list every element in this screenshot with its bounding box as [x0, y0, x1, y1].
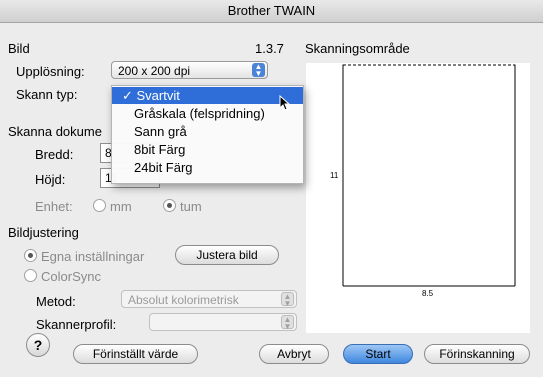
method-label: Metod: [36, 294, 76, 309]
method-popup[interactable]: Absolut kolorimetrisk ▲ ▼ [121, 290, 297, 308]
width-label: Bredd: [35, 147, 74, 162]
start-button[interactable]: Start [343, 344, 413, 364]
colorsync-radio[interactable]: ColorSync [24, 269, 101, 284]
brother-twain-window: Brother TWAIN Bild 1.3.7 Skanningsområde… [0, 0, 543, 377]
unit-inch-label: tum [180, 199, 202, 214]
radio-icon [24, 269, 37, 282]
cancel-button[interactable]: Avbryt [259, 344, 329, 364]
defaults-button[interactable]: Förinställt värde [73, 344, 198, 364]
adjust-image-button[interactable]: Justera bild [175, 245, 279, 265]
scan-type-label: Skann typ: [16, 87, 78, 102]
scan-area-diagram [342, 64, 516, 287]
prescan-button[interactable]: Förinskanning [424, 344, 530, 364]
popup-arrows-icon: ▲ ▼ [281, 315, 294, 331]
scan-frame [342, 64, 516, 287]
radio-selected-icon [163, 199, 176, 212]
resolution-value: 200 x 200 dpi [118, 64, 191, 78]
document-section-label: Skanna dokume [8, 124, 102, 139]
own-settings-radio[interactable]: Egna inställningar [24, 249, 144, 264]
menu-item-24bit[interactable]: 24bit Färg [112, 159, 303, 176]
method-value: Absolut kolorimetrisk [128, 293, 239, 307]
window-title: Brother TWAIN [0, 0, 543, 23]
colorsync-label: ColorSync [41, 269, 101, 284]
radio-selected-icon [24, 249, 37, 262]
menu-item-sann-gra[interactable]: Sann grå [112, 123, 303, 140]
adjust-section-label: Bildjustering [8, 225, 79, 240]
scanner-profile-popup[interactable]: ▲ ▼ [149, 313, 297, 331]
help-button[interactable]: ? [26, 333, 50, 357]
popup-arrows-icon: ▲ ▼ [252, 63, 265, 78]
height-label: Höjd: [35, 172, 66, 187]
menu-item-svartvit[interactable]: ✓ Svartvit [112, 87, 303, 104]
menu-item-8bit[interactable]: 8bit Färg [112, 141, 303, 158]
popup-arrows-icon: ▲ ▼ [281, 292, 294, 308]
unit-inch-radio[interactable]: tum [163, 199, 202, 214]
scan-height-value: 11 [330, 171, 339, 180]
scan-area-preview[interactable]: 11 8.5 [306, 63, 530, 333]
scan-width-value: 8.5 [422, 289, 434, 298]
radio-icon [93, 199, 106, 212]
unit-mm-radio[interactable]: mm [93, 199, 132, 214]
scan-type-menu[interactable]: ✓ Svartvit Gråskala (felspridning) Sann … [111, 85, 304, 184]
version-label: 1.3.7 [255, 41, 284, 56]
mouse-cursor-icon [279, 95, 291, 111]
unit-label: Enhet: [35, 199, 73, 214]
resolution-label: Upplösning: [16, 64, 85, 79]
own-settings-label: Egna inställningar [41, 249, 145, 264]
bild-section-label: Bild [8, 41, 30, 56]
unit-mm-label: mm [110, 199, 132, 214]
resolution-popup[interactable]: 200 x 200 dpi ▲ ▼ [111, 61, 268, 79]
menu-item-graskala[interactable]: Gråskala (felspridning) [112, 105, 303, 122]
scan-area-label: Skanningsområde [305, 41, 410, 56]
profile-label: Skannerprofil: [36, 317, 117, 332]
